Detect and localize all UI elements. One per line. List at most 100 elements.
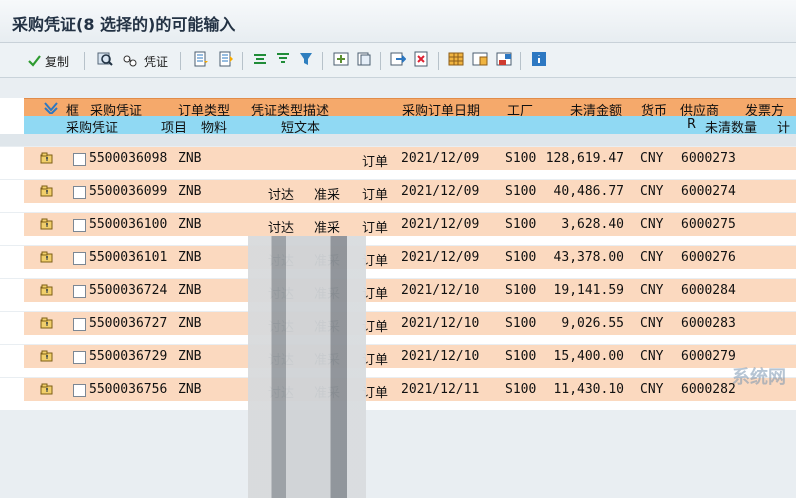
row-checkbox[interactable] <box>73 351 86 364</box>
cell-date: 2021/12/10 <box>401 283 480 298</box>
cell-amount: 9,026.55 <box>561 316 624 331</box>
voucher-icon <box>123 55 137 67</box>
cell-plant: S100 <box>505 184 537 199</box>
expand-icon[interactable] <box>40 284 53 296</box>
check-icon <box>28 55 41 67</box>
toolbar-separator <box>180 52 181 70</box>
cell-amount: 11,430.10 <box>553 382 624 397</box>
grid-icon[interactable] <box>448 51 464 67</box>
sort-desc-icon[interactable] <box>218 51 234 67</box>
table-row[interactable]: 5500036099 ZNB 讨达 准采 订单 2021/12/09 S100 … <box>0 179 796 212</box>
cell-amount: 3,628.40 <box>561 217 624 232</box>
expand-icon[interactable] <box>40 251 53 263</box>
cell-supplier: 6000276 <box>681 250 736 265</box>
toolbar-separator <box>380 52 381 70</box>
row-checkbox[interactable] <box>73 153 86 166</box>
select-all-icon[interactable] <box>44 102 58 114</box>
cell-amount: 15,400.00 <box>553 349 624 364</box>
cell-voucher: 5500036729 <box>89 349 168 364</box>
header-r[interactable]: R <box>687 117 696 132</box>
cell-desc-suffix: 订单 <box>362 155 389 170</box>
row-checkbox[interactable] <box>73 285 86 298</box>
table-row[interactable]: 5500036724 ZNB 讨达 准采 订单 2021/12/10 S100 … <box>0 278 796 311</box>
cell-desc-prefix: 讨达 <box>268 188 295 203</box>
table-row[interactable]: 5500036101 ZNB 讨达 准采 订单 2021/12/09 S100 … <box>0 245 796 278</box>
expand-icon[interactable] <box>40 350 53 362</box>
view-icon[interactable] <box>496 51 512 67</box>
layout-icon[interactable] <box>472 51 488 67</box>
cell-voucher: 5500036724 <box>89 283 168 298</box>
voucher-button[interactable]: 凭证 <box>122 51 168 71</box>
sort-icon[interactable] <box>275 51 291 67</box>
row-checkbox[interactable] <box>73 219 86 232</box>
clear-icon[interactable] <box>413 51 429 67</box>
cell-supplier: 6000274 <box>681 184 736 199</box>
cell-currency: CNY <box>640 250 664 265</box>
cell-desc-suffix: 订单 <box>362 221 389 236</box>
expand-icon[interactable] <box>40 383 53 395</box>
voucher-label: 凭证 <box>144 54 169 69</box>
cell-plant: S100 <box>505 151 537 166</box>
cell-plant: S100 <box>505 316 537 331</box>
toolbar-separator <box>520 52 521 70</box>
cell-date: 2021/12/09 <box>401 184 480 199</box>
export-icon[interactable] <box>390 51 406 67</box>
row-checkbox[interactable] <box>73 252 86 265</box>
row-checkbox[interactable] <box>73 186 86 199</box>
cell-type: ZNB <box>178 250 202 265</box>
header-row-1: 框 采购凭证 订单类型 凭证类型描述 采购订单日期 工厂 未清金额 货币 供应商… <box>24 98 796 119</box>
toolbar-separator <box>322 52 323 70</box>
cell-type: ZNB <box>178 151 202 166</box>
cell-amount: 43,378.00 <box>553 250 624 265</box>
cell-date: 2021/12/10 <box>401 316 480 331</box>
copy-icon[interactable] <box>356 51 372 67</box>
info-icon[interactable] <box>531 51 547 67</box>
cell-currency: CNY <box>640 316 664 331</box>
expand-icon[interactable] <box>40 185 53 197</box>
cell-desc-prefix: 讨达 <box>268 221 295 236</box>
filter-icon[interactable] <box>298 51 314 67</box>
cell-currency: CNY <box>640 151 664 166</box>
expand-icon[interactable] <box>40 317 53 329</box>
cell-plant: S100 <box>505 217 537 232</box>
cell-amount: 128,619.47 <box>545 151 624 166</box>
table-row[interactable]: 5500036100 ZNB 讨达 准采 订单 2021/12/09 S100 … <box>0 212 796 245</box>
cell-type: ZNB <box>178 316 202 331</box>
cell-supplier: 6000284 <box>681 283 736 298</box>
cell-currency: CNY <box>640 382 664 397</box>
expand-icon[interactable] <box>40 152 53 164</box>
sort-asc-icon[interactable] <box>193 51 209 67</box>
align-icon[interactable] <box>252 51 268 67</box>
cell-amount: 40,486.77 <box>553 184 624 199</box>
find-icon[interactable] <box>97 51 113 67</box>
cell-date: 2021/12/09 <box>401 217 480 232</box>
table-row[interactable]: 5500036727 ZNB 讨达 准采 订单 2021/12/10 S100 … <box>0 311 796 344</box>
cell-date: 2021/12/11 <box>401 382 480 397</box>
table-row[interactable]: 5500036098 ZNB 订单 2021/12/09 S100 128,61… <box>0 146 796 179</box>
row-checkbox[interactable] <box>73 384 86 397</box>
toolbar-separator <box>84 52 85 70</box>
cell-plant: S100 <box>505 283 537 298</box>
cell-voucher: 5500036099 <box>89 184 168 199</box>
table-icon[interactable] <box>333 51 349 67</box>
cell-voucher: 5500036098 <box>89 151 168 166</box>
table-row[interactable]: 5500036729 ZNB 讨达 准采 订单 2021/12/10 S100 … <box>0 344 796 377</box>
cell-supplier: 6000279 <box>681 349 736 364</box>
copy-button[interactable]: 复制 <box>28 51 69 71</box>
cell-type: ZNB <box>178 184 202 199</box>
row-checkbox[interactable] <box>73 318 86 331</box>
results-grid: 框 采购凭证 订单类型 凭证类型描述 采购订单日期 工厂 未清金额 货币 供应商… <box>0 98 796 498</box>
cell-currency: CNY <box>640 184 664 199</box>
cell-plant: S100 <box>505 382 537 397</box>
cell-voucher: 5500036727 <box>89 316 168 331</box>
cell-type: ZNB <box>178 382 202 397</box>
redacted-area <box>248 236 366 498</box>
dialog-titlebar: 采购凭证(8 选择的)的可能输入 <box>0 0 796 43</box>
cell-currency: CNY <box>640 217 664 232</box>
table-row[interactable]: 5500036756 ZNB 讨达 准采 订单 2021/12/11 S100 … <box>0 377 796 410</box>
cell-amount: 19,141.59 <box>553 283 624 298</box>
toolbar-separator <box>242 52 243 70</box>
expand-icon[interactable] <box>40 218 53 230</box>
toolbar: 复制 凭证 <box>0 43 796 78</box>
cell-type: ZNB <box>178 217 202 232</box>
